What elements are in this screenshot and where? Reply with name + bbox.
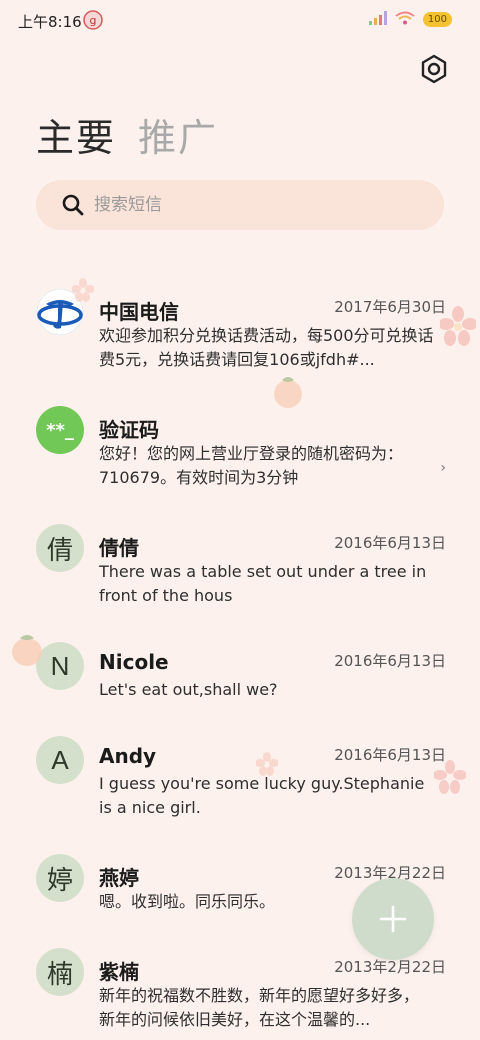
conversation-row[interactable]: 倩 倩倩 2016年6月13日 There was a table set ou… [0, 518, 480, 618]
message-preview: I guess you're some lucky guy.Stephanie … [99, 774, 425, 817]
search-input[interactable] [94, 190, 424, 220]
notification-app-icon: g [82, 9, 104, 31]
contact-name: 验证码 [99, 418, 159, 442]
avatar: N [36, 642, 84, 690]
avatar: **_ [36, 406, 84, 454]
compose-button[interactable] [352, 878, 434, 960]
battery-badge: 100 [422, 12, 452, 27]
china-telecom-logo-icon [36, 288, 84, 336]
contact-name: 中国电信 [99, 300, 179, 324]
status-bar: 上午8:16 g 100 [0, 0, 480, 44]
message-preview: 新年的祝福数不胜数，新年的愿望好多好多，新年的问候依旧美好，在这个温馨的... [99, 986, 420, 1029]
conversation-row[interactable]: A Andy 2016年6月13日 I guess you're some lu… [0, 730, 480, 830]
message-preview: 您好！您的网上营业厅登录的随机密码为：710679。有效时间为3分钟 [99, 444, 404, 487]
avatar: 倩 [36, 524, 84, 572]
tab-main[interactable]: 主要 [36, 112, 116, 164]
settings-icon [421, 54, 447, 84]
settings-button[interactable] [418, 52, 450, 86]
search-bar[interactable] [36, 180, 444, 230]
avatar: 婷 [36, 854, 84, 902]
avatar: A [36, 736, 84, 784]
avatar [36, 288, 84, 336]
conversation-row[interactable]: N Nicole 2016年6月13日 Let's eat out,shall … [0, 636, 480, 716]
message-date: 2016年6月13日 [334, 652, 446, 670]
contact-name: 紫楠 [99, 960, 139, 984]
avatar: 楠 [36, 948, 84, 996]
wifi-icon [395, 10, 415, 29]
conversation-row[interactable]: **_ 验证码 › 您好！您的网上营业厅登录的随机密码为：710679。有效时间… [0, 400, 480, 500]
message-preview: There was a table set out under a tree i… [99, 562, 427, 605]
contact-name: Andy [99, 744, 157, 768]
status-icons: 100 [368, 10, 452, 29]
chevron-right-icon: › [440, 460, 446, 476]
svg-text:g: g [90, 14, 97, 27]
contact-name: 倩倩 [99, 536, 139, 560]
tab-promotion[interactable]: 推广 [138, 112, 218, 164]
message-preview: 欢迎参加积分兑换话费活动，每500分可兑换话费5元，兑换话费请回复106或jfd… [99, 326, 434, 369]
message-date: 2017年6月30日 [334, 298, 446, 316]
plus-icon [379, 905, 407, 933]
signal-icon [368, 10, 387, 29]
contact-name: 燕婷 [99, 866, 139, 890]
contact-name: Nicole [99, 650, 169, 674]
message-date: 2016年6月13日 [334, 746, 446, 764]
tab-bar: 主要 推广 [36, 112, 218, 164]
message-date: 2016年6月13日 [334, 534, 446, 552]
message-preview: Let's eat out,shall we? [99, 680, 278, 699]
status-time: 上午8:16 [18, 13, 82, 31]
search-icon [62, 194, 84, 216]
conversation-row[interactable]: 中国电信 2017年6月30日 欢迎参加积分兑换话费活动，每500分可兑换话费5… [0, 282, 480, 392]
